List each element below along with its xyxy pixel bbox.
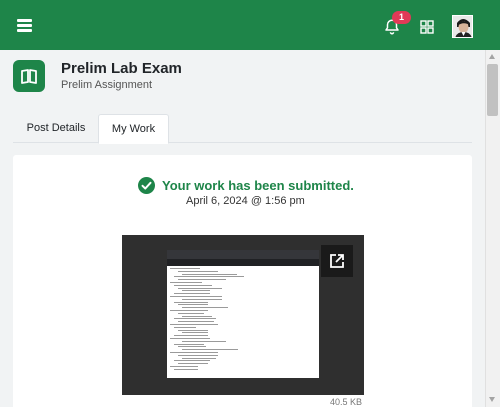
- page-title: Prelim Lab Exam: [61, 60, 182, 77]
- attachment-thumbnail: [167, 250, 319, 378]
- scrollbar-thumb[interactable]: [487, 64, 498, 116]
- thumbnail-text-line: [174, 293, 210, 295]
- thumbnail-text-line: [170, 310, 208, 311]
- thumbnail-text-line: [178, 304, 208, 306]
- thumbnail-text-line: [174, 301, 208, 303]
- thumbnail-text-line: [174, 318, 216, 320]
- thumbnail-text-line: [170, 352, 218, 353]
- book-icon: [13, 60, 45, 92]
- thumbnail-text-line: [174, 284, 212, 286]
- thumbnail-text-line: [170, 296, 222, 297]
- thumbnail-text-line: [170, 268, 200, 269]
- thumbnail-text-line: [182, 298, 222, 300]
- thumbnail-text-line: [170, 366, 198, 367]
- page-subtitle: Prelim Assignment: [61, 79, 153, 91]
- submission-date: April 6, 2024 @ 1:56 pm: [186, 195, 305, 207]
- scroll-up-arrow-icon[interactable]: [489, 54, 495, 59]
- thumbnail-text-line: [182, 315, 212, 317]
- thumbnail-text-line: [178, 279, 226, 281]
- grid-icon[interactable]: [420, 20, 434, 34]
- thumbnail-text-line: [182, 332, 208, 334]
- submission-status-text: Your work has been submitted.: [162, 177, 354, 193]
- thumbnail-text-line: [174, 326, 196, 328]
- thumbnail-text-line: [182, 340, 226, 342]
- thumbnail-text-line: [178, 312, 204, 314]
- check-circle-icon: [138, 176, 155, 194]
- user-avatar[interactable]: [452, 15, 473, 38]
- thumbnail-text-line: [178, 321, 214, 323]
- submission-status: Your work has been submitted.: [138, 176, 354, 194]
- thumbnail-text-line: [174, 368, 198, 370]
- thumbnail-text-line: [182, 357, 216, 359]
- thumbnail-text-line: [174, 276, 244, 278]
- thumbnail-text-line: [174, 343, 204, 345]
- thumbnail-text-line: [174, 335, 208, 337]
- thumbnail-text-line: [174, 360, 210, 362]
- hamburger-menu-icon[interactable]: [17, 17, 32, 33]
- tab-post-details[interactable]: Post Details: [13, 114, 99, 143]
- thumbnail-text-line: [170, 338, 210, 339]
- notification-badge: 1: [392, 11, 411, 24]
- open-attachment-button[interactable]: [321, 245, 353, 277]
- thumbnail-text-line: [182, 349, 238, 351]
- attachment-file-size: 40.5 KB: [330, 397, 363, 407]
- thumbnail-text-line: [178, 363, 208, 365]
- tab-my-work[interactable]: My Work: [98, 114, 169, 144]
- external-link-icon: [330, 254, 344, 268]
- thumbnail-text-line: [182, 290, 210, 292]
- thumbnail-text-line: [178, 270, 218, 272]
- thumbnail-text-line: [178, 354, 218, 356]
- scroll-down-arrow-icon[interactable]: [489, 397, 495, 402]
- thumbnail-text-line: [178, 329, 208, 331]
- thumbnail-text-line: [182, 273, 237, 275]
- thumbnail-text-line: [182, 307, 228, 309]
- thumbnail-text-line: [178, 346, 206, 348]
- thumbnail-text-line: [178, 287, 222, 289]
- thumbnail-text-line: [170, 282, 202, 283]
- thumbnail-text-line: [170, 324, 218, 325]
